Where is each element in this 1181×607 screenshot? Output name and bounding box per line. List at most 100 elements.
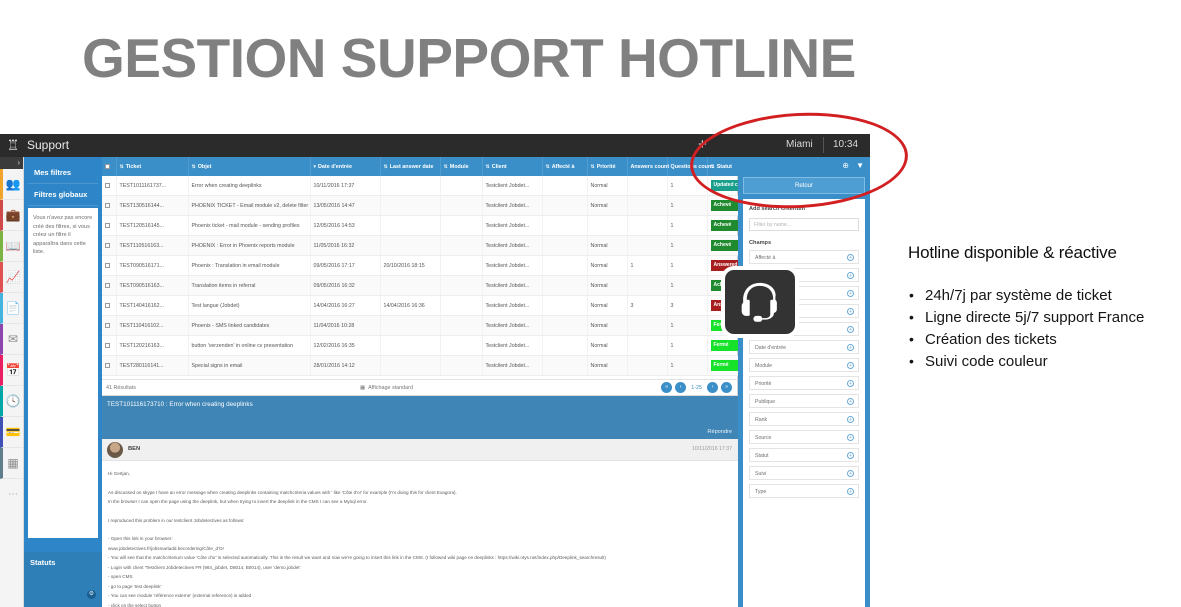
row-checkbox[interactable] (105, 222, 110, 228)
plus-circle-icon[interactable]: + (847, 416, 854, 423)
plus-circle-icon[interactable]: + (847, 326, 854, 333)
field-row-date-d-entr-e[interactable]: Date d'entrée + (749, 340, 859, 354)
first-page-button[interactable]: « (661, 382, 673, 393)
plus-circle-icon[interactable]: + (847, 308, 854, 315)
rail-item-clock[interactable]: 🕓 (0, 386, 23, 417)
chevron-right-icon[interactable]: › (0, 157, 23, 169)
tab-filtres-globaux[interactable]: Filtres globaux (28, 184, 98, 206)
row-checkbox[interactable] (105, 362, 110, 368)
plus-circle-icon[interactable]: + (847, 254, 854, 261)
row-checkbox[interactable] (105, 182, 110, 188)
row-checkbox[interactable] (102, 315, 117, 336)
cell-ticket: TEST090516163... (116, 275, 189, 296)
row-checkbox[interactable] (102, 215, 117, 236)
prev-page-button[interactable]: ‹ (675, 382, 687, 393)
plus-circle-icon[interactable]: + (847, 470, 854, 477)
column-header-answers-count[interactable]: Answers count (627, 157, 669, 176)
rail-item-card[interactable]: 💳 (0, 417, 23, 448)
rail-item-mail[interactable]: ✉ (0, 324, 23, 355)
plus-circle-icon[interactable]: + (847, 434, 854, 441)
plus-circle-icon[interactable]: + (847, 272, 854, 279)
plus-circle-icon[interactable]: + (847, 362, 854, 369)
table-row[interactable]: TEST120516145... Phoenix ticket - mail mo… (102, 215, 752, 236)
row-checkbox[interactable] (105, 242, 110, 248)
field-row-module[interactable]: Module + (749, 358, 859, 372)
plus-circle-icon[interactable]: + (847, 488, 854, 495)
rail-item-people[interactable]: 👥 (0, 169, 23, 200)
row-checkbox[interactable] (102, 195, 117, 216)
row-checkbox[interactable] (105, 282, 110, 288)
next-page-button[interactable]: › (707, 382, 718, 393)
rail-item-calendar[interactable]: 📅 (0, 355, 23, 386)
row-checkbox[interactable] (102, 235, 117, 256)
table-row[interactable]: TEST120216163... button 'verzenden' in on… (102, 335, 752, 356)
field-row-affect[interactable]: Affecté à + (749, 250, 859, 264)
row-checkbox[interactable] (105, 342, 110, 348)
table-row[interactable]: TEST1011161737... Error when creating dee… (102, 176, 752, 196)
message-line: - Login with client 'Testclient Jobdetec… (108, 564, 301, 570)
field-row-statut[interactable]: Statut + (749, 448, 859, 462)
row-checkbox[interactable] (105, 302, 110, 308)
row-checkbox[interactable] (105, 322, 110, 328)
cell-affecte-a (542, 235, 588, 256)
plus-circle-icon[interactable]: + (847, 380, 854, 387)
plus-circle-icon[interactable]: + (847, 290, 854, 297)
field-row-source[interactable]: Source + (749, 430, 859, 444)
column-header-module[interactable]: ⇅ Module (440, 157, 483, 176)
field-row-priorit[interactable]: Priorité + (749, 376, 859, 390)
statuts-panel[interactable]: Statuts ⚙ (24, 552, 102, 607)
column-header-client[interactable]: ⇅ Client (482, 157, 543, 176)
plus-circle-icon[interactable]: + (847, 398, 854, 405)
column-header-affecte-a[interactable]: ⇅ Affecté à (542, 157, 588, 176)
filter-by-name-input[interactable]: Filter by name... (749, 218, 859, 231)
table-row[interactable]: TEST110516163... PHOENIX : Error in Phoen… (102, 235, 752, 256)
tab-mes-filtres[interactable]: Mes filtres (28, 162, 98, 184)
cell-date-entree: 11/05/2016 16:32 (310, 235, 381, 256)
display-mode[interactable]: ▦ Affichage standard (360, 385, 413, 391)
add-criterium-icon[interactable]: ⊕ (842, 161, 849, 170)
select-all-checkbox[interactable] (105, 163, 110, 169)
rail-item-more[interactable]: ⋯ (0, 479, 23, 510)
rail-item-grid[interactable]: ▦ (0, 448, 23, 479)
last-page-button[interactable]: » (721, 382, 732, 393)
table-row[interactable]: TEST090516171... Phoenix : Translation in… (102, 255, 752, 276)
table-row[interactable]: TEST130516144... PHOENIX TICKET - Email m… (102, 195, 752, 216)
row-checkbox[interactable] (102, 335, 117, 356)
table-row[interactable]: TEST090516163... Translation items in ref… (102, 275, 752, 296)
rail-item-documents[interactable]: 📄 (0, 293, 23, 324)
column-header-objet[interactable]: ⇅ Objet (188, 157, 311, 176)
column-header-priorite[interactable]: ⇅ Priorité (587, 157, 628, 176)
retour-button[interactable]: Retour (743, 177, 865, 194)
row-checkbox[interactable] (102, 275, 117, 296)
rail-item-briefcase[interactable]: 💼 (0, 200, 23, 231)
row-checkbox[interactable] (105, 202, 110, 208)
table-row[interactable]: TEST140416162... Test langue (Jobdet) 14/0… (102, 295, 752, 316)
column-header-questions-count[interactable]: Questions count (667, 157, 713, 176)
table-row[interactable]: TEST110416102... Phoenix - SMS linked can… (102, 315, 752, 336)
row-checkbox[interactable] (102, 176, 117, 196)
row-checkbox[interactable] (102, 295, 117, 316)
message-spacer (108, 507, 732, 516)
reply-button[interactable]: Répondre (707, 429, 732, 435)
plus-circle-icon[interactable]: + (847, 344, 854, 351)
rail-item-book[interactable]: 📖 (0, 231, 23, 262)
column-header-last-answer-date[interactable]: ⇅ Last answer date (380, 157, 441, 176)
column-header-select[interactable] (102, 157, 117, 176)
row-checkbox[interactable] (105, 262, 110, 268)
funnel-icon[interactable]: ▼ (856, 161, 864, 170)
plus-icon[interactable]: + (698, 136, 707, 153)
field-row-rank[interactable]: Rank + (749, 412, 859, 426)
table-row[interactable]: TEST280116141... Special signs in email 28… (102, 355, 752, 376)
field-row-publique[interactable]: Publique + (749, 394, 859, 408)
rail-item-chart[interactable]: 📈 (0, 262, 23, 293)
plus-circle-icon[interactable]: + (847, 452, 854, 459)
row-checkbox[interactable] (102, 355, 117, 376)
gear-icon[interactable]: ⚙ (87, 590, 96, 599)
brand-logo-icon[interactable]: ♖ (4, 137, 22, 154)
field-row-suivi[interactable]: Suivi + (749, 466, 859, 480)
column-header-date-entree[interactable]: ▾ Date d'entrée (310, 157, 381, 176)
row-checkbox[interactable] (102, 255, 117, 276)
column-header-ticket[interactable]: ⇅ Ticket (116, 157, 189, 176)
field-label: Type (755, 489, 767, 495)
field-row-type[interactable]: Type + (749, 484, 859, 498)
